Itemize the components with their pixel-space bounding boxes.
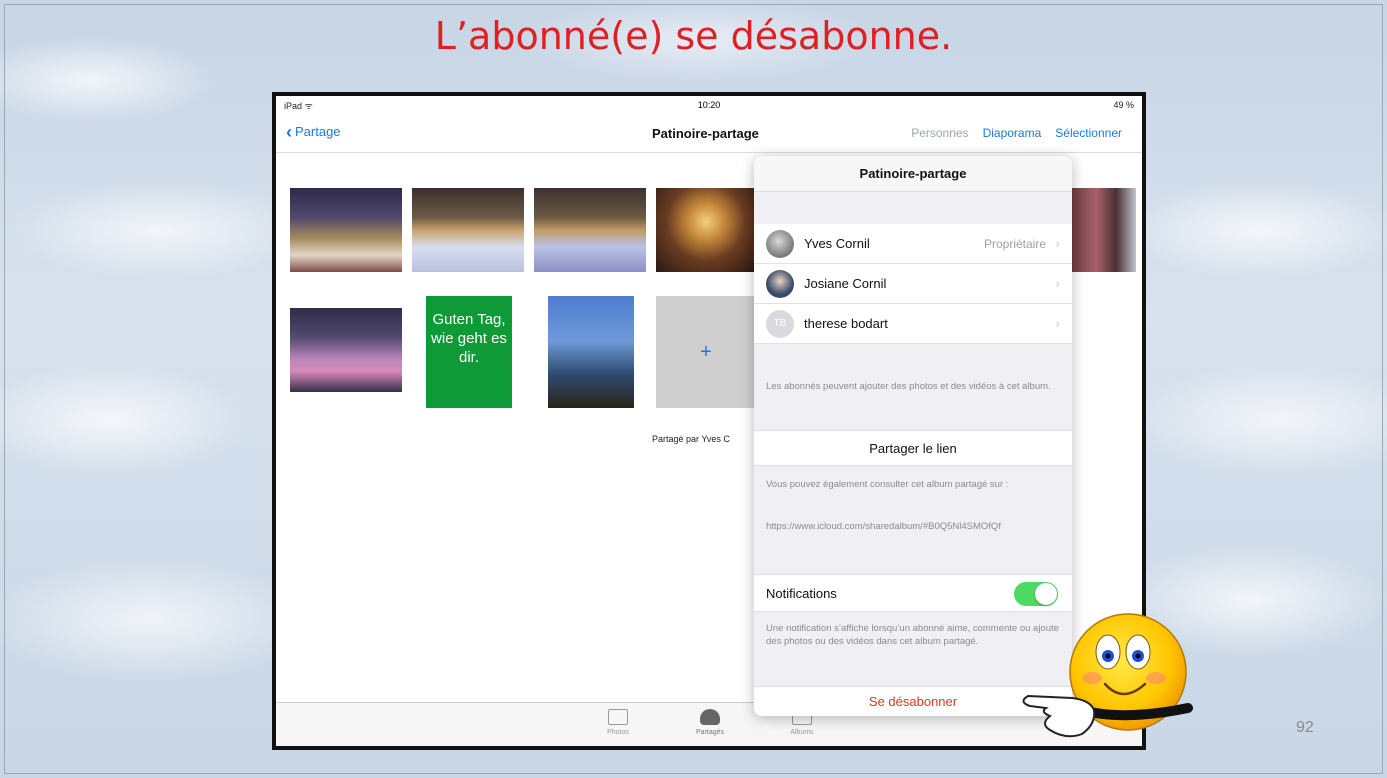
person-name: Yves Cornil [804, 236, 870, 251]
avatar [766, 229, 794, 258]
back-button[interactable]: ‹ Partage [286, 121, 341, 142]
notifications-label: Notifications [766, 585, 837, 601]
tab-label: Albums [790, 729, 814, 736]
album-title: Patinoire-partage [652, 126, 759, 141]
photo-thumbnail[interactable] [290, 188, 402, 272]
person-row[interactable]: Josiane Cornil › [754, 264, 1072, 304]
web-url[interactable]: https://www.icloud.com/sharedalbum/#B0Q5… [766, 520, 1060, 533]
person-role: Propriétaire [983, 236, 1046, 251]
tab-label: Photos [607, 729, 629, 736]
people-button[interactable]: Personnes [911, 126, 968, 140]
toggle-knob [1035, 583, 1057, 605]
tab-shared[interactable]: Partagés [680, 709, 740, 736]
slide-title: L’abonné(e) se désabonne. [434, 14, 953, 58]
people-list: Yves Cornil Propriétaire › Josiane Corni… [754, 224, 1072, 344]
tab-label: Partagés [695, 729, 725, 736]
notifications-row: Notifications [754, 574, 1072, 612]
nav-actions: Personnes Diaporama Sélectionner [911, 126, 1122, 140]
photo-thumbnail[interactable] [1070, 188, 1136, 272]
tab-photos[interactable]: Photos [588, 709, 648, 736]
avatar [766, 269, 794, 298]
web-note: Vous pouvez également consulter cet albu… [766, 479, 1009, 490]
person-name: Josiane Cornil [804, 276, 887, 291]
page-number: 92 [1296, 719, 1314, 736]
photo-thumbnail[interactable] [290, 308, 402, 392]
share-link-button[interactable]: Partager le lien [754, 430, 1072, 466]
photos-icon [608, 709, 628, 725]
nav-bar: ‹ Partage Patinoire-partage Personnes Di… [276, 118, 1142, 148]
chevron-right-icon: › [1055, 276, 1060, 291]
person-row[interactable]: Yves Cornil Propriétaire › [754, 224, 1072, 264]
add-photo-tile[interactable]: + [656, 296, 756, 408]
status-time: 10:20 [697, 100, 721, 110]
chevron-right-icon: › [1055, 316, 1060, 331]
pointing-smiley-icon [1022, 613, 1193, 738]
photo-thumbnail[interactable] [412, 188, 524, 272]
notifications-toggle[interactable] [1014, 582, 1058, 606]
slideshow-button[interactable]: Diaporama [983, 126, 1042, 140]
avatar-initials: TB [766, 309, 794, 338]
cloud-icon [700, 709, 720, 725]
nav-divider [276, 152, 1142, 153]
person-name: therese bodart [804, 316, 888, 331]
subscribers-note: Les abonnés peuvent ajouter des photos e… [766, 381, 1051, 392]
chevron-right-icon: › [1055, 236, 1060, 251]
select-button[interactable]: Sélectionner [1055, 126, 1122, 140]
photo-thumbnail[interactable] [656, 188, 756, 272]
chevron-left-icon: ‹ [286, 121, 292, 142]
photo-thumbnail[interactable] [534, 188, 646, 272]
back-label: Partage [295, 124, 341, 139]
photo-thumbnail[interactable] [548, 296, 634, 408]
popover-title: Patinoire-partage [754, 156, 1072, 192]
person-row[interactable]: TB therese bodart › [754, 304, 1072, 344]
text-post-card[interactable]: Guten Tag, wie geht es dir. [426, 296, 512, 408]
shared-by-label: Partagé par Yves C [652, 434, 730, 444]
